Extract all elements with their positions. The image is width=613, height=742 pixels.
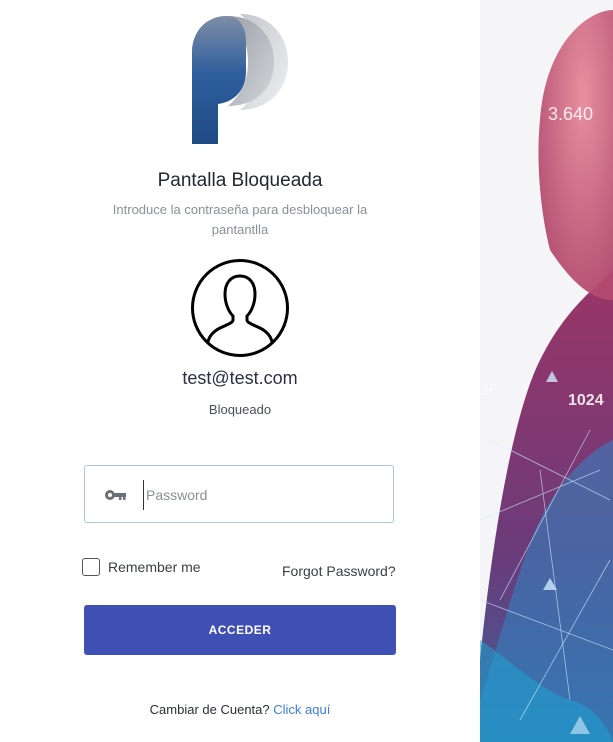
overlay-number-3: 1024 (568, 392, 604, 409)
lock-screen-panel: Pantalla Bloqueada Introduce la contrase… (0, 0, 480, 742)
password-field[interactable] (84, 465, 394, 523)
switch-account-text: Cambiar de Cuenta? (149, 702, 270, 717)
hacker-illustration: 3.640 36 1024 (480, 0, 613, 742)
remember-label: Remember me (108, 559, 201, 575)
remember-me[interactable]: Remember me (82, 557, 201, 577)
submit-button[interactable]: ACCEDER (84, 605, 396, 655)
overlay-number-2: 36 (480, 382, 498, 399)
switch-account: Cambiar de Cuenta? Click aquí (0, 702, 480, 717)
forgot-password-link[interactable]: Forgot Password? (282, 563, 396, 579)
switch-account-link[interactable]: Click aquí (273, 702, 330, 717)
lock-screen-page: Pantalla Bloqueada Introduce la contrase… (0, 0, 613, 742)
user-avatar-icon (191, 259, 289, 357)
password-input[interactable] (143, 480, 381, 510)
user-email: test@test.com (182, 368, 298, 388)
page-title: Pantalla Bloqueada (157, 170, 323, 191)
key-icon (105, 490, 126, 500)
lock-status: Bloqueado (208, 402, 272, 417)
page-subtitle: Introduce la contraseña para desbloquear… (112, 202, 368, 237)
overlay-number-1: 3.640 (548, 104, 593, 124)
side-image: 3.640 36 1024 (480, 0, 613, 742)
remember-checkbox[interactable] (82, 558, 100, 576)
p-logo-icon (192, 14, 288, 144)
